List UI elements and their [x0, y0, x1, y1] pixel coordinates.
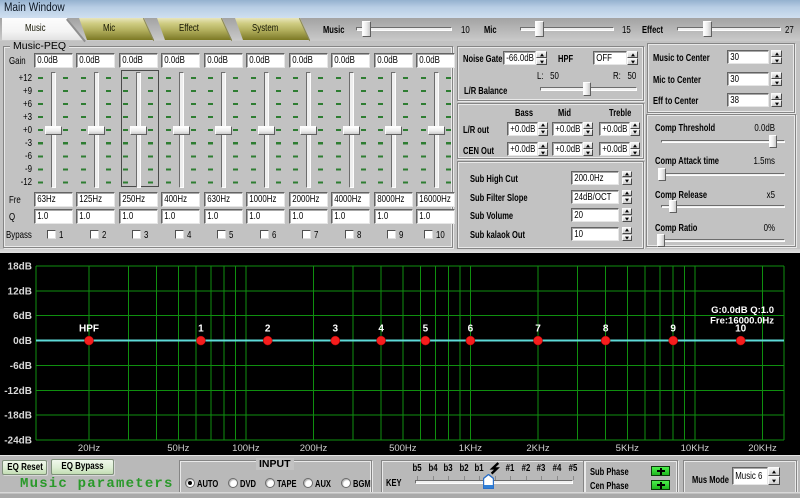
svg-text:9: 9 — [670, 324, 676, 335]
svg-text:5KHz: 5KHz — [616, 443, 639, 454]
svg-text:20Hz: 20Hz — [78, 443, 100, 454]
svg-text:50Hz: 50Hz — [167, 443, 189, 454]
svg-text:7: 7 — [535, 324, 541, 335]
svg-text:10KHz: 10KHz — [681, 443, 710, 454]
svg-text:2: 2 — [265, 324, 271, 335]
svg-text:-18dB: -18dB — [4, 411, 32, 422]
svg-text:4: 4 — [378, 324, 384, 335]
svg-text:Fre:16000.0Hz: Fre:16000.0Hz — [710, 316, 774, 327]
svg-text:5: 5 — [423, 324, 429, 335]
svg-text:-24dB: -24dB — [4, 436, 32, 447]
svg-text:8: 8 — [603, 324, 609, 335]
svg-text:6: 6 — [468, 324, 474, 335]
svg-text:20KHz: 20KHz — [748, 443, 777, 454]
svg-text:1KHz: 1KHz — [459, 443, 482, 454]
svg-text:-12dB: -12dB — [4, 386, 32, 397]
svg-text:2KHz: 2KHz — [526, 443, 549, 454]
svg-text:18dB: 18dB — [8, 262, 32, 273]
svg-text:200Hz: 200Hz — [300, 443, 328, 454]
svg-text:6dB: 6dB — [13, 311, 32, 322]
svg-text:3: 3 — [333, 324, 339, 335]
svg-text:500Hz: 500Hz — [389, 443, 417, 454]
svg-text:0dB: 0dB — [13, 336, 32, 347]
svg-text:G:0.0dB Q:1.0: G:0.0dB Q:1.0 — [711, 305, 774, 316]
svg-text:1: 1 — [198, 324, 204, 335]
svg-text:12dB: 12dB — [8, 286, 32, 297]
svg-text:100Hz: 100Hz — [232, 443, 260, 454]
svg-text:HPF: HPF — [79, 324, 99, 335]
svg-text:-6dB: -6dB — [10, 361, 32, 372]
